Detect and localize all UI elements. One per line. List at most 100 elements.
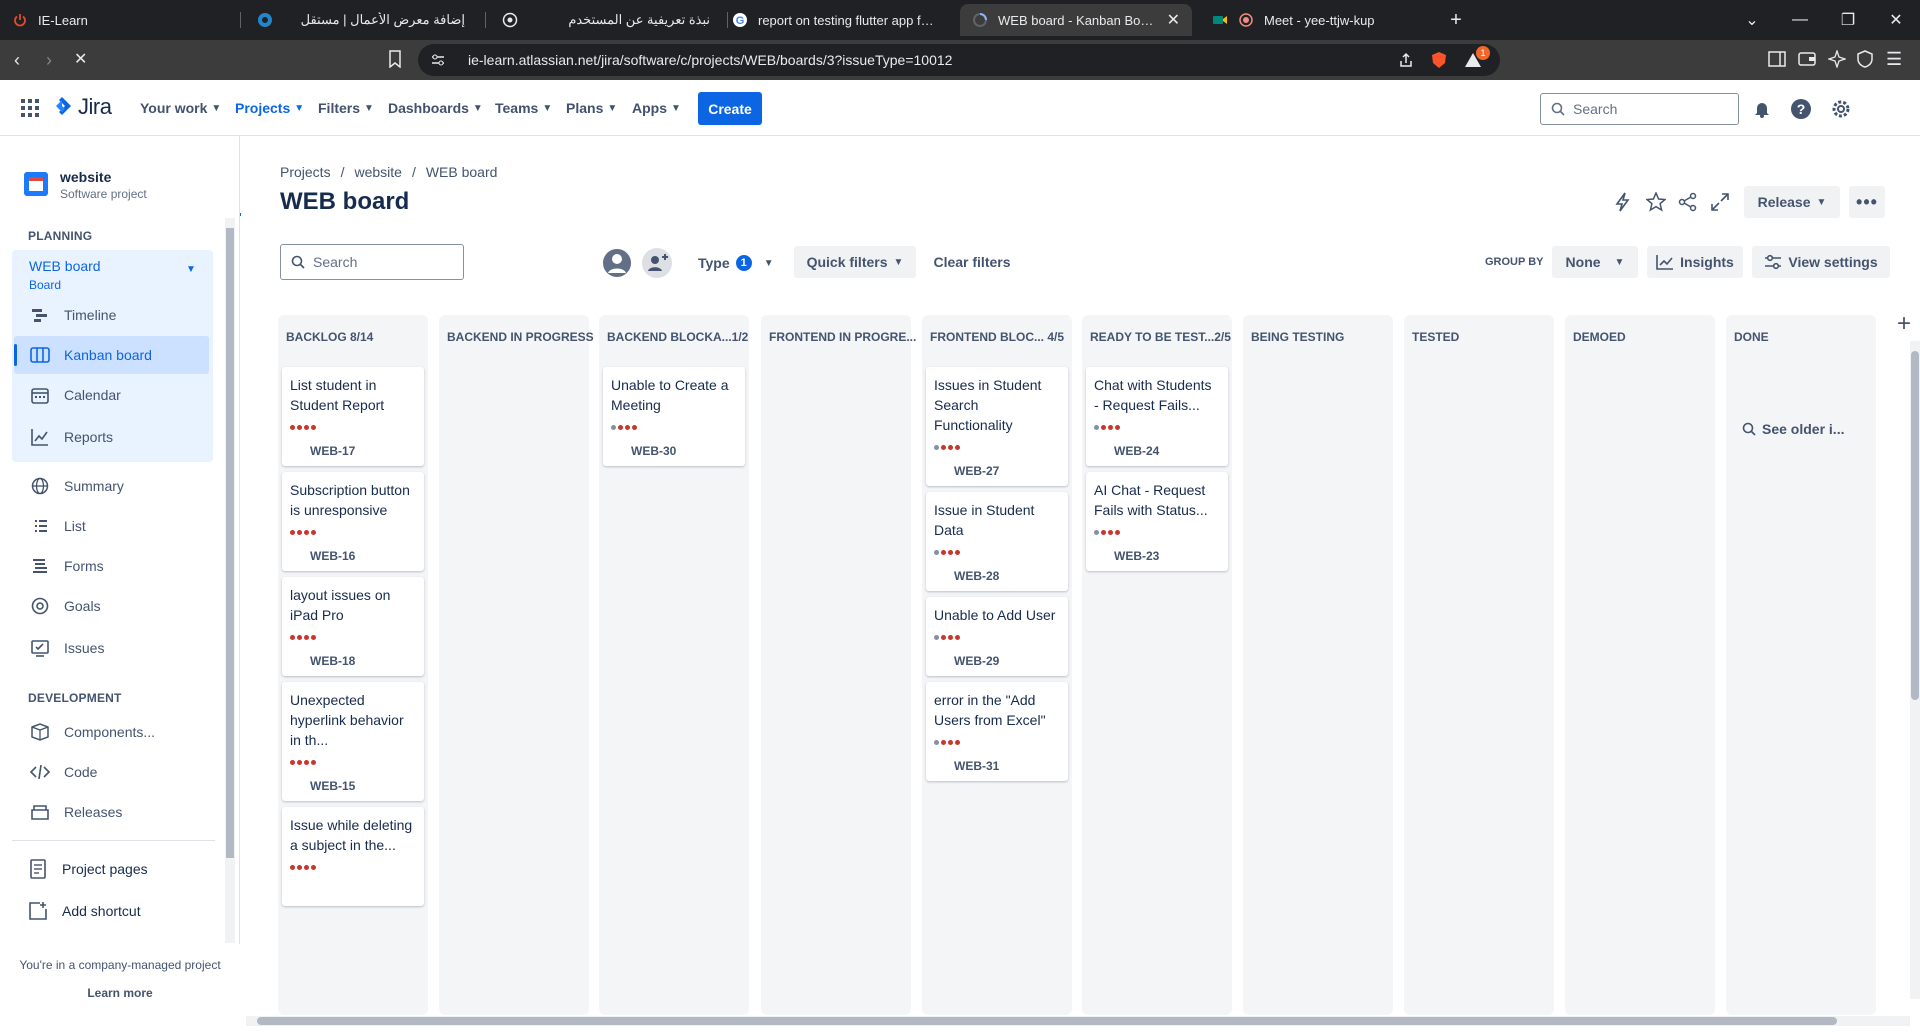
- nav-teams[interactable]: Teams ▼: [495, 96, 552, 120]
- global-search-input[interactable]: Search: [1540, 93, 1739, 125]
- sidebar-item-add-shortcut[interactable]: Add shortcut: [12, 892, 207, 930]
- restore-icon[interactable]: ❐: [1824, 10, 1872, 30]
- app-switcher-icon[interactable]: [20, 98, 40, 118]
- sidebar-item-components[interactable]: Components...: [14, 713, 209, 751]
- project-name[interactable]: website: [60, 169, 111, 185]
- jira-logo[interactable]: Jira: [52, 94, 112, 120]
- breadcrumb-web-board[interactable]: WEB board: [426, 164, 498, 180]
- breadcrumb-website[interactable]: website: [354, 164, 401, 180]
- issue-card[interactable]: Issue while deleting a subject in the...: [282, 807, 424, 906]
- issue-card[interactable]: Unable to Add User WEB-29: [926, 597, 1068, 676]
- board-switcher-name[interactable]: WEB board: [29, 258, 101, 274]
- tab-search-icon[interactable]: ⌄: [1728, 10, 1776, 30]
- insights-button[interactable]: Insights: [1647, 246, 1743, 278]
- issue-key[interactable]: [310, 884, 416, 906]
- nav-your-work[interactable]: Your work ▼: [140, 96, 221, 120]
- leo-ai-icon[interactable]: [1828, 50, 1846, 68]
- stop-loading-icon[interactable]: ✕: [74, 50, 87, 70]
- browser-tab-mostaql[interactable]: إضافة معرض الأعمال | مستقل: [245, 0, 477, 40]
- issue-card[interactable]: Issue in Student Data WEB-28: [926, 492, 1068, 591]
- browser-tab-profile[interactable]: نبذة تعريفية عن المستخدم: [490, 0, 722, 40]
- learn-more-link[interactable]: Learn more: [0, 986, 240, 1000]
- notifications-icon[interactable]: [1751, 98, 1773, 120]
- sidebar-item-goals[interactable]: Goals: [14, 587, 209, 625]
- vpn-shield-icon[interactable]: [1856, 50, 1874, 68]
- type-filter[interactable]: Type 1 ▼: [698, 255, 774, 271]
- nav-dashboards[interactable]: Dashboards ▼: [388, 96, 483, 120]
- wallet-icon[interactable]: [1798, 50, 1816, 68]
- fullscreen-icon[interactable]: [1710, 192, 1730, 212]
- board-search-input[interactable]: Search: [280, 244, 464, 280]
- add-people-icon[interactable]: [641, 247, 673, 279]
- issue-card[interactable]: layout issues on iPad Pro WEB-18: [282, 577, 424, 676]
- quick-filters-button[interactable]: Quick filters ▼: [794, 246, 916, 278]
- sidebar-item-issues[interactable]: Issues: [14, 629, 209, 667]
- sidebar-item-code[interactable]: Code: [14, 753, 209, 791]
- issue-card[interactable]: error in the "Add Users from Excel" WEB-3…: [926, 682, 1068, 781]
- close-window-icon[interactable]: ✕: [1872, 10, 1920, 30]
- issue-key[interactable]: WEB-28: [954, 569, 1060, 591]
- sidebar-item-summary[interactable]: Summary: [14, 467, 209, 505]
- issue-key[interactable]: WEB-17: [310, 444, 416, 466]
- nav-projects[interactable]: Projects ▼: [235, 96, 304, 120]
- add-column-icon[interactable]: +: [1891, 311, 1917, 337]
- issue-key[interactable]: WEB-16: [310, 549, 416, 571]
- issue-key[interactable]: WEB-30: [631, 444, 737, 466]
- issue-key[interactable]: WEB-18: [310, 654, 416, 676]
- sidebar-item-list[interactable]: List: [14, 507, 209, 545]
- sidebar-toggle-icon[interactable]: [1768, 50, 1786, 68]
- issue-key[interactable]: WEB-27: [954, 464, 1060, 486]
- nav-filters[interactable]: Filters ▼: [318, 96, 374, 120]
- sidebar-item-kanban-board[interactable]: Kanban board: [14, 336, 209, 374]
- issue-card[interactable]: Unable to Create a Meeting WEB-30: [603, 367, 745, 466]
- sidebar-item-releases[interactable]: Releases: [14, 793, 209, 831]
- clear-filters-button[interactable]: Clear filters: [927, 246, 1017, 278]
- see-older-issues-link[interactable]: See older i...: [1742, 421, 1844, 437]
- nav-plans[interactable]: Plans ▼: [566, 96, 617, 120]
- sidebar-scrollbar-thumb[interactable]: [226, 228, 234, 858]
- issue-card[interactable]: Subscription button is unresponsive WEB-1…: [282, 472, 424, 571]
- automation-lightning-icon[interactable]: [1614, 192, 1632, 212]
- address-bar[interactable]: ie-learn.atlassian.net/jira/software/c/p…: [418, 44, 1500, 76]
- board-vertical-scrollbar-thumb[interactable]: [1911, 351, 1919, 700]
- sidebar-item-reports[interactable]: Reports: [14, 418, 209, 456]
- sidebar-item-calendar[interactable]: Calendar: [14, 376, 209, 414]
- browser-tab-report[interactable]: G report on testing flutter app for mo: [720, 0, 952, 40]
- issue-key[interactable]: WEB-31: [954, 759, 1060, 781]
- issue-card[interactable]: Chat with Students - Request Fails... WEB…: [1086, 367, 1228, 466]
- browser-tab-meet[interactable]: Meet - yee-ttjw-kup: [1200, 0, 1432, 40]
- bookmark-icon[interactable]: [388, 50, 402, 68]
- release-button[interactable]: Release ▼: [1744, 186, 1840, 218]
- browser-tab-jira-active[interactable]: WEB board - Kanban Board - Jira ✕: [960, 4, 1192, 36]
- sidebar-item-forms[interactable]: Forms: [14, 547, 209, 585]
- breadcrumb-projects[interactable]: Projects: [280, 164, 331, 180]
- browser-tab-ie-learn[interactable]: IE-Learn: [0, 0, 230, 40]
- site-info-icon[interactable]: [430, 52, 452, 68]
- minimize-icon[interactable]: —: [1776, 11, 1824, 29]
- assignee-avatar[interactable]: [601, 247, 633, 279]
- new-tab-icon[interactable]: +: [1444, 8, 1468, 32]
- board-horizontal-scrollbar-thumb[interactable]: [257, 1017, 1837, 1025]
- brave-shield-icon[interactable]: [1430, 51, 1448, 69]
- forward-icon[interactable]: ›: [46, 50, 52, 70]
- issue-key[interactable]: WEB-15: [310, 779, 416, 801]
- browser-menu-icon[interactable]: ☰: [1886, 50, 1902, 68]
- star-icon[interactable]: [1646, 192, 1666, 212]
- create-button[interactable]: Create: [698, 92, 762, 125]
- issue-card[interactable]: Issues in Student Search Functionality WE…: [926, 367, 1068, 486]
- group-by-select[interactable]: None ▼: [1552, 246, 1638, 278]
- nav-apps[interactable]: Apps ▼: [632, 96, 681, 120]
- sidebar-item-timeline[interactable]: Timeline: [14, 296, 209, 334]
- board-switcher-chevron-icon[interactable]: ▼: [186, 264, 196, 275]
- issue-card[interactable]: AI Chat - Request Fails with Status... WE…: [1086, 472, 1228, 571]
- issue-key[interactable]: WEB-23: [1114, 549, 1220, 571]
- sidebar-item-project-pages[interactable]: Project pages: [12, 850, 207, 888]
- issue-card[interactable]: List student in Student Report WEB-17: [282, 367, 424, 466]
- share-board-icon[interactable]: [1678, 192, 1698, 212]
- issue-key[interactable]: WEB-29: [954, 654, 1060, 676]
- settings-icon[interactable]: [1830, 98, 1852, 120]
- more-actions-icon[interactable]: •••: [1849, 186, 1885, 218]
- back-icon[interactable]: ‹: [14, 50, 20, 70]
- share-icon[interactable]: [1398, 52, 1414, 68]
- close-tab-icon[interactable]: ✕: [1167, 10, 1180, 30]
